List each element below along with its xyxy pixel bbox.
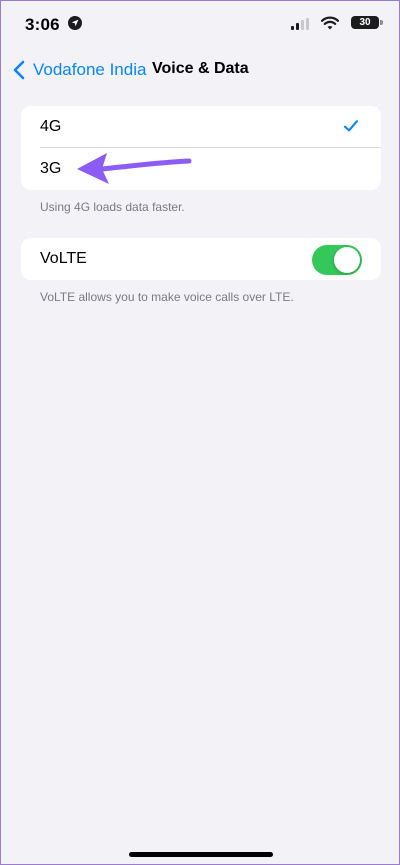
status-time: 3:06 xyxy=(25,15,60,34)
volte-footer: VoLTE allows you to make voice calls ove… xyxy=(40,290,294,304)
page-title: Voice & Data xyxy=(152,60,249,77)
back-button-label: Vodafone India xyxy=(33,60,147,79)
chevron-left-icon xyxy=(13,60,25,80)
volte-row: VoLTE xyxy=(21,238,381,280)
volte-toggle[interactable] xyxy=(312,245,362,275)
volte-group: VoLTE xyxy=(21,238,381,280)
option-4g-label: 4G xyxy=(40,118,62,135)
voice-data-footer: Using 4G loads data faster. xyxy=(40,200,185,214)
option-3g-row[interactable]: 3G xyxy=(21,148,381,190)
back-button[interactable]: Vodafone India xyxy=(13,58,146,82)
cellular-signal-icon xyxy=(291,18,309,30)
status-bar: 3:06 30 xyxy=(1,1,399,45)
battery-indicator: 30 xyxy=(351,16,379,29)
option-3g-label: 3G xyxy=(40,160,62,177)
option-4g-row[interactable]: 4G xyxy=(21,106,381,148)
battery-tip xyxy=(380,20,383,25)
home-indicator[interactable] xyxy=(129,852,273,857)
voice-data-group: 4G 3G xyxy=(21,106,381,190)
checkmark-icon xyxy=(343,120,359,132)
screen: 3:06 30 Vodafone India Voice & Data 4G 3… xyxy=(0,0,400,865)
volte-label: VoLTE xyxy=(40,250,87,267)
wifi-icon xyxy=(321,16,339,30)
location-arrow-icon xyxy=(68,16,82,30)
volte-toggle-knob xyxy=(334,247,360,273)
